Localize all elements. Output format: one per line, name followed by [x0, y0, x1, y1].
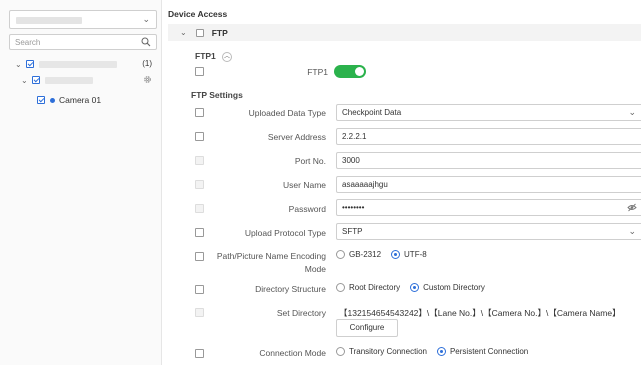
tree-device-row[interactable]: ⌄ [21, 73, 162, 87]
ftp1-toggle-label: FTP1 [307, 67, 328, 77]
uploaded-data-type-value: Checkpoint Data [342, 108, 402, 117]
search-icon[interactable] [141, 37, 151, 47]
connection-option-label: Persistent Connection [449, 347, 529, 356]
port-no-input[interactable]: 3000 [336, 152, 641, 169]
server-address-input[interactable]: 2.2.2.1 [336, 128, 641, 145]
radio-button[interactable] [336, 250, 345, 259]
gear-icon[interactable] [143, 75, 152, 84]
connection-option-label: Transitory Connection [349, 347, 427, 356]
page-title: Device Access [168, 9, 228, 19]
user-name-value: asaaaaajhgu [342, 180, 388, 189]
site-dropdown-value-redacted [16, 17, 82, 24]
chevron-down-icon[interactable]: ⌄ [180, 28, 187, 37]
encoding-option-label: GB-2312 [349, 250, 382, 259]
tree-root-checkbox[interactable] [26, 60, 34, 68]
site-dropdown[interactable]: ⌄ [9, 10, 157, 29]
directory-option-root[interactable]: Root Directory [336, 283, 400, 292]
chevron-down-icon: ⌄ [142, 14, 150, 24]
port-no-label: Port No. [294, 156, 326, 166]
tree-root-row[interactable]: ⌄ (1) [15, 57, 162, 71]
encoding-option-label: UTF-8 [404, 250, 427, 259]
radio-button[interactable] [336, 283, 345, 292]
encoding-radio-group: GB-2312 UTF-8 [336, 250, 437, 259]
encoding-option-utf8[interactable]: UTF-8 [391, 250, 427, 259]
password-label: Password [288, 204, 326, 214]
device-tree-panel: ⌄ Search ⌄ (1) ⌄ Camera 01 [0, 0, 162, 365]
directory-option-label: Root Directory [349, 283, 401, 292]
ftp-settings-title: FTP Settings [191, 90, 243, 100]
chevron-down-icon: ⌄ [628, 226, 636, 236]
camera-status-dot [50, 97, 55, 103]
radio-button[interactable] [336, 347, 345, 356]
user-name-label: User Name [283, 180, 326, 190]
set-directory-value: 【132154654543242】\【Lane No.】\【Camera No.… [339, 308, 621, 318]
encoding-label-line1: Path/Picture Name Encoding [216, 251, 326, 261]
connection-option-persistent[interactable]: Persistent Connection [436, 347, 529, 356]
upload-protocol-select[interactable]: SFTP ⌄ [336, 223, 641, 240]
tree-device-label-redacted [45, 76, 93, 84]
ftp1-toggle[interactable] [334, 65, 366, 78]
set-directory-label: Set Directory [276, 308, 326, 318]
tree-device-checkbox[interactable] [32, 76, 40, 84]
ftp1-section-title: FTP1 [195, 51, 216, 61]
camera-label: Camera 01 [59, 95, 102, 105]
tree-camera-row[interactable]: Camera 01 [37, 93, 101, 107]
uploaded-data-type-label: Uploaded Data Type [248, 108, 326, 118]
ftp-section-label: FTP [211, 27, 228, 38]
server-address-value: 2.2.2.1 [342, 132, 367, 141]
connection-mode-label: Connection Mode [259, 348, 326, 358]
radio-button-selected[interactable] [391, 250, 401, 259]
main-panel: Device Access ⌄ FTP FTP1 ︿ FTP1 FTP Sett… [163, 0, 641, 365]
tree-root-label-redacted [39, 60, 117, 68]
connection-option-transitory[interactable]: Transitory Connection [336, 347, 427, 356]
user-name-input[interactable]: asaaaaajhgu [336, 176, 641, 193]
server-address-label: Server Address [267, 132, 326, 142]
directory-structure-radio-group: Root Directory Custom Directory [336, 283, 495, 292]
chevron-down-icon: ⌄ [628, 107, 636, 117]
toggle-knob [355, 67, 364, 76]
configure-button[interactable]: Configure [336, 319, 398, 337]
directory-option-custom[interactable]: Custom Directory [410, 283, 485, 292]
tree-root-count: (1) [142, 59, 152, 68]
camera-checkbox[interactable] [37, 96, 45, 104]
radio-button-selected[interactable] [436, 347, 446, 356]
search-placeholder: Search [15, 38, 41, 47]
eye-off-icon[interactable] [627, 203, 637, 212]
radio-button-selected[interactable] [410, 283, 420, 292]
directory-structure-label: Directory Structure [255, 284, 326, 294]
ftp-checkbox[interactable] [195, 28, 204, 37]
encoding-option-gb2312[interactable]: GB-2312 [336, 250, 381, 259]
uploaded-data-type-select[interactable]: Checkpoint Data ⌄ [336, 104, 641, 121]
password-value: •••••••• [342, 203, 365, 212]
expand-caret-icon[interactable]: ⌄ [21, 76, 29, 85]
port-no-value: 3000 [342, 156, 360, 165]
connection-mode-radio-group: Transitory Connection Persistent Connect… [336, 347, 538, 356]
collapse-up-icon[interactable]: ︿ [222, 52, 232, 62]
directory-option-label: Custom Directory [423, 283, 485, 292]
encoding-label-line2: Mode [304, 264, 326, 274]
ftp-section-header[interactable]: ⌄ FTP [168, 24, 641, 41]
search-input[interactable]: Search [9, 34, 157, 50]
upload-protocol-label: Upload Protocol Type [244, 228, 326, 238]
password-input[interactable]: •••••••• [336, 199, 641, 216]
upload-protocol-value: SFTP [342, 227, 363, 236]
expand-caret-icon[interactable]: ⌄ [15, 60, 23, 69]
